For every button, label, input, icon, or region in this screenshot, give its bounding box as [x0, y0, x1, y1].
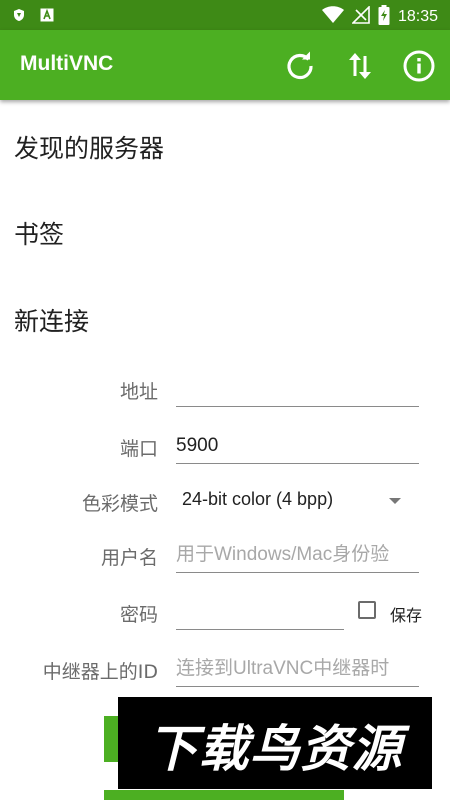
- save-password-checkbox[interactable]: [358, 601, 376, 619]
- shield-icon: [12, 7, 26, 21]
- new-connection-header: 新连接: [14, 307, 90, 336]
- watermark-banner: 下载鸟资源: [118, 697, 432, 789]
- app-bar: MultiVNC: [0, 30, 450, 100]
- swap-vert-icon: [349, 53, 371, 79]
- a-icon: [40, 7, 54, 22]
- save-bookmark-button[interactable]: [104, 790, 344, 800]
- repeater-id-label: 中继器上的ID: [42, 661, 158, 683]
- watermark-text: 下载鸟资源: [147, 720, 403, 778]
- app-title: MultiVNC: [20, 52, 114, 75]
- sort-button[interactable]: [344, 50, 376, 82]
- repeater-id-input[interactable]: 连接到UltraVNC中继器时: [176, 652, 419, 687]
- username-label: 用户名: [100, 547, 158, 569]
- address-input[interactable]: [176, 372, 419, 407]
- info-icon: [403, 50, 435, 82]
- port-label: 端口: [119, 438, 158, 460]
- dropdown-arrow-icon: [389, 498, 401, 504]
- clock: 18:35: [397, 8, 438, 25]
- no-signal-icon: [351, 5, 370, 28]
- address-label: 地址: [119, 381, 158, 403]
- color-mode-label: 色彩模式: [81, 493, 158, 515]
- save-password-label: 保存: [390, 606, 423, 625]
- wifi-icon: [321, 6, 344, 28]
- battery-charging-icon: [378, 5, 390, 29]
- refresh-button[interactable]: [284, 50, 316, 82]
- username-input[interactable]: 用于Windows/Mac身份验: [176, 538, 419, 573]
- status-bar: 18:35: [0, 0, 450, 30]
- info-button[interactable]: [403, 50, 435, 82]
- port-input[interactable]: 5900: [176, 429, 419, 464]
- color-mode-select[interactable]: 24-bit color (4 bpp): [176, 486, 419, 518]
- password-label: 密码: [119, 604, 158, 626]
- refresh-icon: [287, 51, 313, 80]
- color-mode-value: 24-bit color (4 bpp): [182, 489, 334, 509]
- discovered-servers-header[interactable]: 发现的服务器: [14, 129, 164, 165]
- bookmarks-header[interactable]: 书签: [14, 215, 64, 251]
- password-input[interactable]: [176, 595, 344, 630]
